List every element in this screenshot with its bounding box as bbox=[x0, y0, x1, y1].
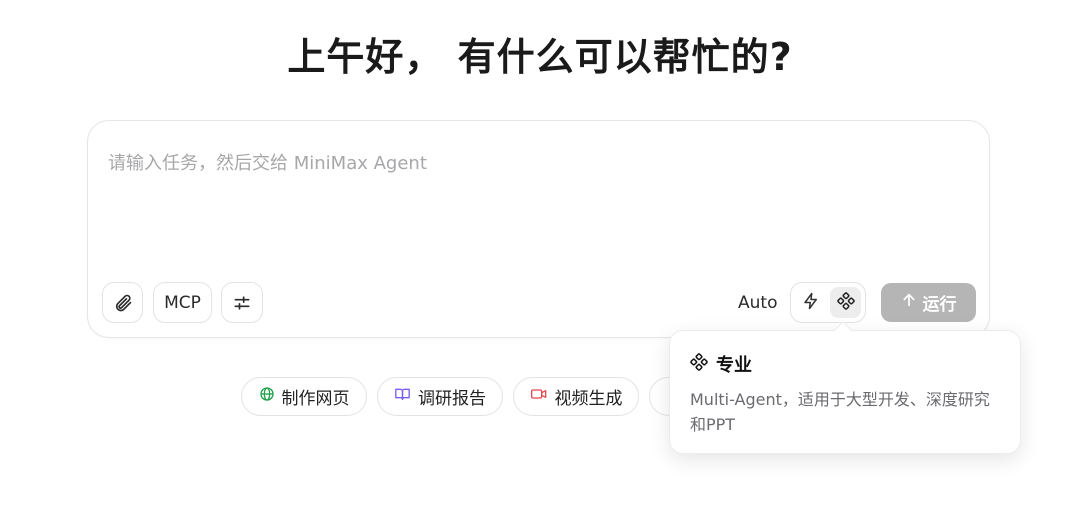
chip-video-generation[interactable]: 视频生成 bbox=[513, 377, 639, 416]
mode-tooltip: 专业 Multi-Agent，适用于大型开发、深度研究和PPT bbox=[669, 330, 1021, 454]
mode-label: Auto bbox=[738, 293, 778, 313]
paperclip-icon bbox=[113, 293, 133, 313]
multi-agent-icon bbox=[690, 352, 708, 376]
mode-option-fast[interactable] bbox=[795, 287, 826, 318]
tooltip-title: 专业 bbox=[690, 351, 1000, 377]
mode-toggle[interactable] bbox=[790, 282, 866, 323]
mode-option-multi-agent[interactable] bbox=[830, 287, 861, 318]
mcp-button-label: MCP bbox=[164, 292, 201, 313]
chip-label: 调研报告 bbox=[418, 389, 486, 409]
lightning-icon bbox=[802, 292, 820, 314]
attach-button[interactable] bbox=[102, 282, 143, 323]
globe-icon bbox=[259, 386, 275, 407]
tooltip-description: Multi-Agent，适用于大型开发、深度研究和PPT bbox=[690, 390, 990, 434]
chip-make-webpage[interactable]: 制作网页 bbox=[241, 377, 367, 416]
page-title: 上午好， 有什么可以帮忙的? bbox=[287, 35, 793, 79]
run-button[interactable]: 运行 bbox=[881, 283, 976, 322]
run-button-label: 运行 bbox=[922, 295, 957, 315]
arrow-up-icon bbox=[901, 292, 917, 313]
app-page: 上午好， 有什么可以帮忙的? 请输入任务，然后交给 MiniMax Agent … bbox=[0, 0, 1080, 514]
chip-research-report[interactable]: 调研报告 bbox=[377, 377, 503, 416]
chip-label: 视频生成 bbox=[554, 389, 623, 409]
mcp-button[interactable]: MCP bbox=[153, 282, 212, 323]
video-icon bbox=[530, 386, 548, 407]
settings-button[interactable] bbox=[221, 282, 263, 323]
sliders-icon bbox=[232, 293, 252, 313]
task-input-placeholder[interactable]: 请输入任务，然后交给 MiniMax Agent bbox=[108, 149, 427, 175]
book-icon bbox=[394, 386, 411, 407]
tooltip-title-text: 专业 bbox=[716, 355, 752, 376]
task-composer[interactable]: 请输入任务，然后交给 MiniMax Agent MCP Auto 运行 bbox=[87, 120, 990, 338]
multi-agent-icon bbox=[836, 291, 855, 314]
chip-label: 制作网页 bbox=[281, 389, 350, 409]
